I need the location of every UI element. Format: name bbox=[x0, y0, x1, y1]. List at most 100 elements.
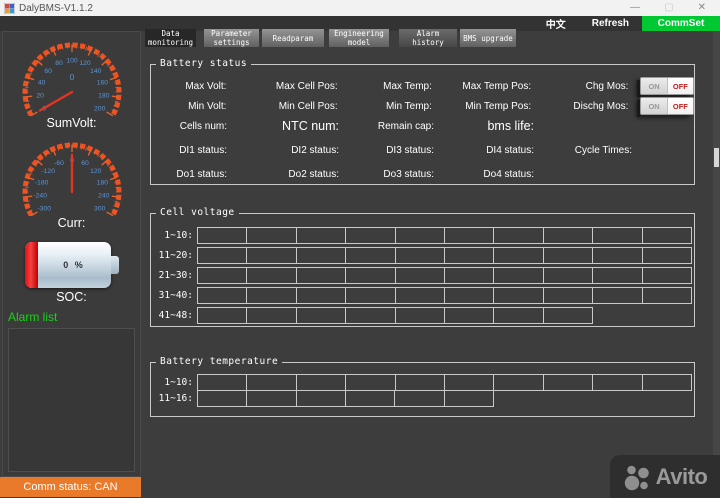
status-label: Max Cell Pos: bbox=[275, 80, 338, 92]
battery-body: 0 % bbox=[24, 242, 111, 288]
app-window: { "window": { "title": "DalyBMS-V1.1.2",… bbox=[0, 0, 720, 498]
svg-text:80: 80 bbox=[55, 60, 63, 67]
cell bbox=[246, 267, 297, 284]
cell bbox=[295, 267, 347, 284]
row-cells bbox=[197, 390, 494, 407]
toggle-on-label: ON bbox=[641, 98, 668, 114]
cell bbox=[444, 374, 495, 391]
row-cells bbox=[197, 267, 693, 284]
battery-percent: 0 % bbox=[63, 260, 85, 270]
status-label: Do2 status: bbox=[288, 168, 339, 180]
cell bbox=[443, 390, 494, 407]
cell bbox=[592, 247, 643, 264]
cell bbox=[295, 227, 347, 244]
cell bbox=[246, 307, 297, 324]
cell bbox=[197, 227, 248, 244]
status-label: Max Volt: bbox=[185, 80, 227, 92]
soc-label: SOC: bbox=[56, 290, 87, 304]
cell bbox=[493, 267, 544, 284]
svg-text:20: 20 bbox=[36, 93, 44, 100]
cell bbox=[444, 287, 495, 304]
svg-text:-180: -180 bbox=[34, 180, 48, 187]
cell bbox=[197, 307, 248, 324]
cell bbox=[592, 287, 643, 304]
cell bbox=[542, 227, 594, 244]
language-button[interactable]: 中文 bbox=[533, 16, 579, 31]
battery-terminal bbox=[110, 256, 119, 274]
cell bbox=[246, 227, 297, 244]
app-icon bbox=[4, 2, 15, 14]
status-label: Min Temp Pos: bbox=[465, 100, 532, 112]
status-label: Min Cell Pos: bbox=[278, 100, 338, 112]
toggle-chg-mos[interactable]: ON OFF bbox=[637, 77, 695, 97]
battery-temperature-group: Battery temperature 1~10: 11~16: bbox=[150, 356, 695, 417]
cell bbox=[493, 307, 544, 324]
cell-voltage-group: Cell voltage 1~10: 11~20: 21~30: 31~40: 41~4… bbox=[150, 207, 695, 327]
grid-row: 41~48: bbox=[151, 307, 694, 324]
battery-status-rows: Max Volt: Max Cell Pos: Max Temp: Max Temp … bbox=[155, 65, 695, 184]
vertical-scrollbar[interactable] bbox=[713, 31, 720, 477]
cell bbox=[394, 287, 446, 304]
cell bbox=[295, 307, 347, 324]
titlebar: DalyBMS-V1.1.2 — ▢ ✕ bbox=[0, 0, 720, 16]
cell bbox=[295, 390, 346, 407]
svg-text:120: 120 bbox=[90, 168, 102, 175]
svg-text:60: 60 bbox=[81, 160, 89, 167]
cell bbox=[493, 247, 544, 264]
tab-bms-upgrade[interactable]: BMS upgrade bbox=[460, 29, 516, 47]
comm-status-bar: Comm status: CAN bbox=[0, 477, 141, 497]
tab-data-monitoring[interactable]: Data monitoring bbox=[145, 29, 196, 47]
tab-alarm-history[interactable]: Alarm history bbox=[399, 29, 457, 47]
cell-voltage-grid: 1~10: 11~20: 21~30: 31~40: 41~48: bbox=[151, 214, 694, 326]
status-label: Do3 status: bbox=[383, 168, 434, 180]
window-title: DalyBMS-V1.1.2 bbox=[19, 2, 93, 14]
cell bbox=[542, 374, 594, 391]
row-label: 1~10: bbox=[164, 230, 193, 241]
cell bbox=[542, 267, 594, 284]
cell bbox=[197, 247, 248, 264]
grid-row: 11~20: bbox=[151, 247, 694, 264]
tab-engineering-model[interactable]: Engineering model bbox=[329, 29, 389, 47]
refresh-button[interactable]: Refresh bbox=[579, 18, 642, 29]
svg-text:60: 60 bbox=[44, 68, 52, 75]
row-cells bbox=[197, 247, 693, 264]
cell bbox=[394, 227, 446, 244]
row-cells bbox=[197, 307, 593, 324]
tab-parameter-settings[interactable]: Parameter settings bbox=[204, 29, 259, 47]
cell bbox=[444, 247, 495, 264]
commset-button[interactable]: CommSet bbox=[642, 16, 720, 31]
svg-text:-120: -120 bbox=[41, 168, 55, 175]
cell bbox=[394, 390, 445, 407]
status-label: DI2 status: bbox=[291, 144, 339, 156]
row-label: 11~20: bbox=[158, 250, 193, 261]
close-button[interactable]: ✕ bbox=[698, 0, 706, 16]
cell bbox=[641, 227, 693, 244]
cell bbox=[345, 267, 396, 284]
watermark-brand: Avito bbox=[655, 463, 708, 489]
cell bbox=[345, 227, 396, 244]
cell bbox=[246, 247, 297, 264]
svg-text:180: 180 bbox=[98, 93, 110, 100]
row-label: 21~30: bbox=[158, 270, 193, 281]
toggle-dischg-mos[interactable]: ON OFF bbox=[637, 97, 695, 117]
minimize-button[interactable]: — bbox=[630, 0, 640, 16]
cell bbox=[197, 267, 248, 284]
tab-readparam[interactable]: Readparam bbox=[262, 29, 324, 47]
battery-temperature-grid: 1~10: 11~16: bbox=[151, 363, 694, 416]
cell bbox=[444, 267, 495, 284]
cell bbox=[394, 247, 446, 264]
maximize-button[interactable]: ▢ bbox=[664, 0, 673, 16]
cell bbox=[394, 374, 446, 391]
svg-text:300: 300 bbox=[94, 205, 106, 212]
cell bbox=[443, 307, 495, 324]
status-label: DI1 status: bbox=[179, 144, 227, 156]
row-cells bbox=[197, 287, 693, 304]
cell bbox=[444, 227, 495, 244]
svg-text:160: 160 bbox=[96, 80, 108, 87]
battery-status-row: Min Volt: Min Cell Pos: Min Temp: Min Temp … bbox=[155, 96, 695, 117]
cell bbox=[493, 227, 544, 244]
scrollbar-thumb[interactable] bbox=[714, 148, 719, 167]
cell bbox=[345, 247, 396, 264]
cell bbox=[246, 374, 297, 391]
status-label: Min Volt: bbox=[188, 100, 227, 112]
